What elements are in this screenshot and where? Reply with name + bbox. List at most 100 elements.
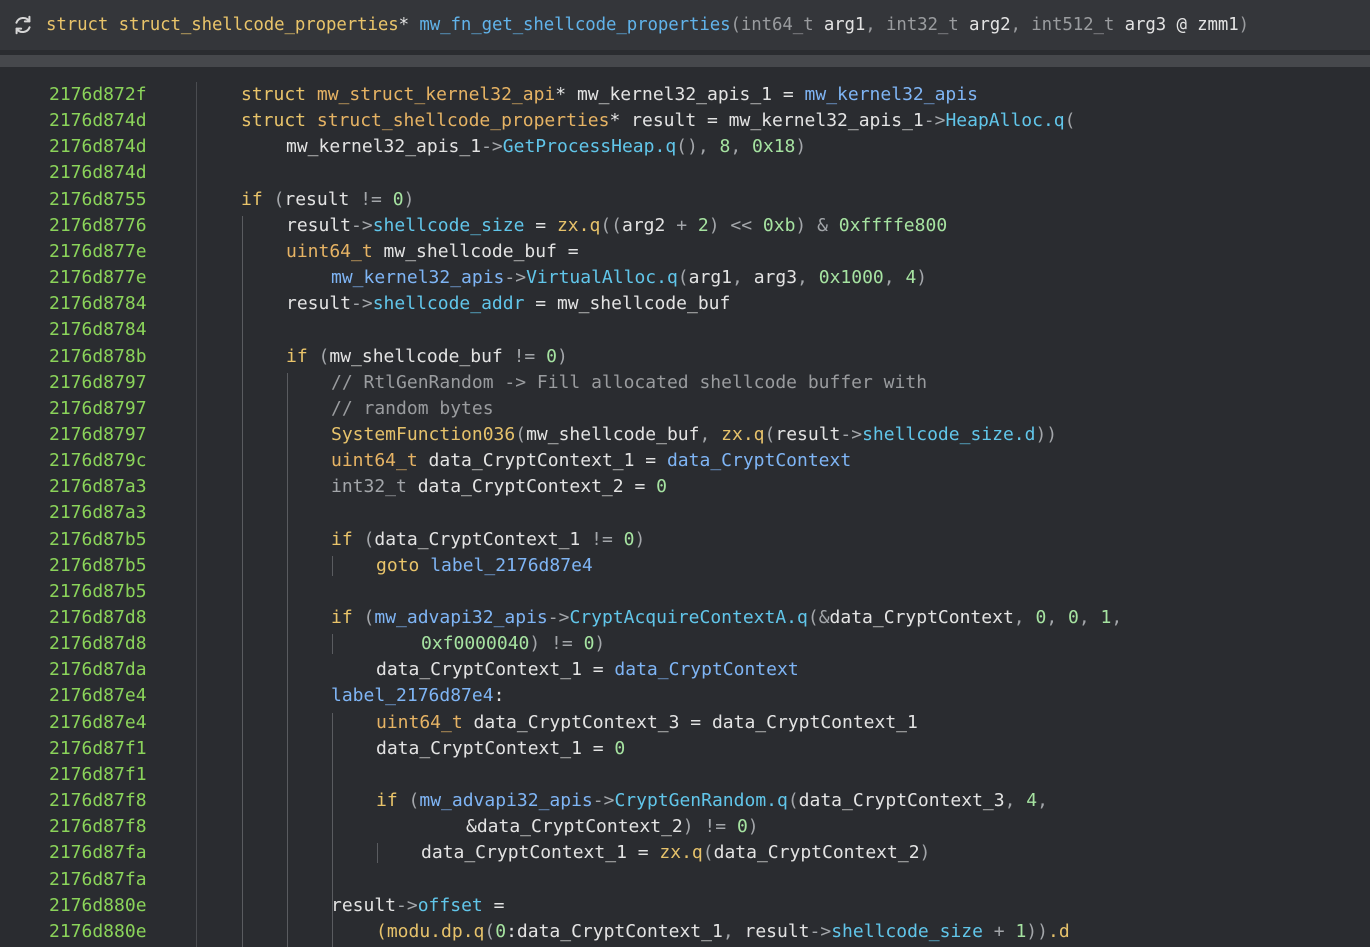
line-code[interactable]: result->shellcode_size = zx.q((arg2 + 2)… — [286, 213, 947, 239]
line-code[interactable]: &data_CryptContext_2) != 0) — [466, 814, 759, 840]
line-address[interactable]: 2176d8776 — [49, 213, 147, 239]
line-address[interactable]: 2176d87e4 — [49, 683, 147, 709]
line-code[interactable]: SystemFunction036(mw_shellcode_buf, zx.q… — [331, 422, 1057, 448]
line-address[interactable]: 2176d877e — [49, 239, 147, 265]
code-line[interactable]: 2176d87e4 label_2176d87e4: — [0, 683, 1370, 709]
sig-param3-name[interactable]: arg3 @ zmm1 — [1125, 15, 1239, 35]
line-code[interactable]: data_CryptContext_1 = zx.q(data_CryptCon… — [421, 840, 930, 866]
code-line[interactable]: 2176d87f1 — [0, 762, 1370, 788]
line-code[interactable]: struct mw_struct_kernel32_api* mw_kernel… — [241, 82, 978, 108]
line-code[interactable]: mw_kernel32_apis->VirtualAlloc.q(arg1, a… — [331, 265, 927, 291]
line-address[interactable]: 2176d87f8 — [49, 814, 147, 840]
line-address[interactable]: 2176d87a3 — [49, 500, 147, 526]
sig-param2-name[interactable]: arg2 — [969, 15, 1011, 35]
code-line[interactable]: 2176d8784 result->shellcode_addr = mw_she… — [0, 291, 1370, 317]
code-line[interactable]: 2176d8797 SystemFunction036(mw_shellcode_… — [0, 422, 1370, 448]
line-code[interactable]: result->offset = — [331, 893, 504, 919]
line-address[interactable]: 2176d8797 — [49, 396, 147, 422]
code-line[interactable]: 2176d87d8 if (mw_advapi32_apis->CryptAcqu… — [0, 605, 1370, 631]
code-line[interactable]: 2176d8776 result->shellcode_size = zx.q((… — [0, 213, 1370, 239]
code-line[interactable]: 2176d874d — [0, 160, 1370, 186]
line-code[interactable]: if (result != 0) — [241, 187, 414, 213]
code-line[interactable]: 2176d874d struct struct_shellcode_propert… — [0, 108, 1370, 134]
code-line[interactable]: 2176d87b5 goto label_2176d87e4 — [0, 553, 1370, 579]
code-line[interactable]: 2176d87a3 — [0, 500, 1370, 526]
line-address[interactable]: 2176d87b5 — [49, 579, 147, 605]
line-code[interactable]: label_2176d87e4: — [331, 683, 504, 709]
line-code[interactable]: struct struct_shellcode_properties* resu… — [241, 108, 1076, 134]
code-line[interactable]: 2176d87a3 int32_t data_CryptContext_2 = 0 — [0, 474, 1370, 500]
line-code[interactable]: // random bytes — [331, 396, 494, 422]
line-address[interactable]: 2176d8755 — [49, 187, 147, 213]
code-line[interactable]: 2176d87e4 uint64_t data_CryptContext_3 = … — [0, 710, 1370, 736]
line-address[interactable]: 2176d877e — [49, 265, 147, 291]
code-line[interactable]: 2176d8797 // RtlGenRandom -> Fill allocat… — [0, 370, 1370, 396]
code-view[interactable]: 2176d872f struct mw_struct_kernel32_api* … — [0, 68, 1370, 947]
code-line[interactable]: 2176d877e uint64_t mw_shellcode_buf = — [0, 239, 1370, 265]
code-line[interactable]: 2176d87d8 0xf0000040) != 0) — [0, 631, 1370, 657]
line-address[interactable]: 2176d87f8 — [49, 788, 147, 814]
line-code[interactable]: if (mw_advapi32_apis->CryptGenRandom.q(d… — [376, 788, 1048, 814]
line-code[interactable]: result->shellcode_addr = mw_shellcode_bu… — [286, 291, 730, 317]
code-line[interactable]: 2176d877e mw_kernel32_apis->VirtualAlloc.… — [0, 265, 1370, 291]
line-address[interactable]: 2176d8797 — [49, 370, 147, 396]
line-code[interactable]: uint64_t data_CryptContext_3 = data_Cryp… — [376, 710, 918, 736]
sig-return-type[interactable]: struct_shellcode_properties — [119, 15, 399, 35]
line-address[interactable]: 2176d872f — [49, 82, 147, 108]
code-line[interactable]: 2176d87f8 &data_CryptContext_2) != 0) — [0, 814, 1370, 840]
sig-param2-type[interactable]: int32_t — [886, 15, 959, 35]
code-line[interactable]: 2176d8755 if (result != 0) — [0, 187, 1370, 213]
line-code[interactable]: uint64_t mw_shellcode_buf = — [286, 239, 579, 265]
code-line[interactable]: 2176d880e result->offset = — [0, 893, 1370, 919]
line-code[interactable]: mw_kernel32_apis_1->GetProcessHeap.q(), … — [286, 134, 806, 160]
line-code[interactable]: if (mw_advapi32_apis->CryptAcquireContex… — [331, 605, 1122, 631]
sig-param1-type[interactable]: int64_t — [741, 15, 814, 35]
line-address[interactable]: 2176d874d — [49, 160, 147, 186]
line-address[interactable]: 2176d87da — [49, 657, 147, 683]
line-address[interactable]: 2176d87f1 — [49, 736, 147, 762]
line-code[interactable]: (modu.dp.q(0:data_CryptContext_1, result… — [376, 919, 1070, 945]
line-address[interactable]: 2176d87b5 — [49, 527, 147, 553]
line-address[interactable]: 2176d8784 — [49, 291, 147, 317]
line-address[interactable]: 2176d87b5 — [49, 553, 147, 579]
code-line[interactable]: 2176d872f struct mw_struct_kernel32_api* … — [0, 82, 1370, 108]
line-address[interactable]: 2176d874d — [49, 134, 147, 160]
line-code[interactable]: // RtlGenRandom -> Fill allocated shellc… — [331, 370, 927, 396]
line-code[interactable]: int32_t data_CryptContext_2 = 0 — [331, 474, 667, 500]
line-address[interactable]: 2176d8797 — [49, 422, 147, 448]
line-code[interactable]: data_CryptContext_1 = 0 — [376, 736, 625, 762]
code-line[interactable]: 2176d87da data_CryptContext_1 = data_Cryp… — [0, 657, 1370, 683]
code-line[interactable]: 2176d8784 — [0, 317, 1370, 343]
line-address[interactable]: 2176d8784 — [49, 317, 147, 343]
code-line[interactable]: 2176d878b if (mw_shellcode_buf != 0) — [0, 344, 1370, 370]
code-line[interactable]: 2176d880e (modu.dp.q(0:data_CryptContext_… — [0, 919, 1370, 945]
line-code[interactable]: goto label_2176d87e4 — [376, 553, 593, 579]
refresh-icon[interactable] — [0, 0, 46, 50]
line-address[interactable]: 2176d880e — [49, 893, 147, 919]
sig-function-name[interactable]: mw_fn_get_shellcode_properties — [419, 15, 730, 35]
line-code[interactable]: if (mw_shellcode_buf != 0) — [286, 344, 568, 370]
line-address[interactable]: 2176d880e — [49, 919, 147, 945]
line-address[interactable]: 2176d87a3 — [49, 474, 147, 500]
code-line[interactable]: 2176d87b5 if (data_CryptContext_1 != 0) — [0, 527, 1370, 553]
line-address[interactable]: 2176d87d8 — [49, 605, 147, 631]
sig-param1-name[interactable]: arg1 — [824, 15, 866, 35]
line-code[interactable]: if (data_CryptContext_1 != 0) — [331, 527, 645, 553]
line-address[interactable]: 2176d87fa — [49, 867, 147, 893]
code-line[interactable]: 2176d8797 // random bytes — [0, 396, 1370, 422]
line-code[interactable]: 0xf0000040) != 0) — [421, 631, 605, 657]
line-address[interactable]: 2176d874d — [49, 108, 147, 134]
code-line[interactable]: 2176d87fa — [0, 867, 1370, 893]
line-address[interactable]: 2176d87e4 — [49, 710, 147, 736]
code-line[interactable]: 2176d879c uint64_t data_CryptContext_1 = … — [0, 448, 1370, 474]
line-code[interactable]: data_CryptContext_1 = data_CryptContext — [376, 657, 799, 683]
line-code[interactable]: uint64_t data_CryptContext_1 = data_Cryp… — [331, 448, 851, 474]
code-line[interactable]: 2176d87f8 if (mw_advapi32_apis->CryptGenR… — [0, 788, 1370, 814]
code-line[interactable]: 2176d87f1 data_CryptContext_1 = 0 — [0, 736, 1370, 762]
sig-param3-type[interactable]: int512_t — [1031, 15, 1114, 35]
line-address[interactable]: 2176d87d8 — [49, 631, 147, 657]
code-line[interactable]: 2176d87b5 — [0, 579, 1370, 605]
code-line[interactable]: 2176d87fa data_CryptContext_1 = zx.q(data… — [0, 840, 1370, 866]
line-address[interactable]: 2176d87fa — [49, 840, 147, 866]
line-address[interactable]: 2176d87f1 — [49, 762, 147, 788]
